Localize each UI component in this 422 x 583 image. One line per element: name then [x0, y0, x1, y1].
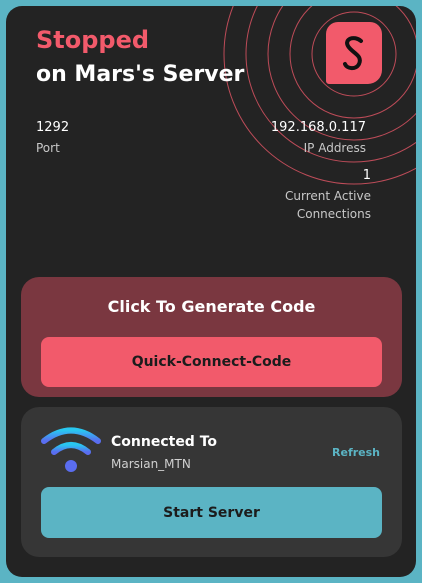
network-panel: Connected To Marsian_MTN Refresh Start S… [21, 407, 402, 557]
s-logo-icon [326, 22, 382, 84]
port-label: Port [36, 141, 60, 155]
active-connections-label-line2: Connections [296, 207, 371, 221]
ip-address-label: IP Address [303, 141, 366, 155]
refresh-link[interactable]: Refresh [332, 446, 380, 459]
server-status: Stopped [36, 26, 150, 54]
ip-address-value: 192.168.0.117 [270, 120, 366, 135]
generate-code-title: Click To Generate Code [107, 297, 316, 316]
quick-connect-code-button[interactable]: Quick-Connect-Code [41, 337, 382, 387]
active-connections-label-line1: Current Active [284, 189, 371, 203]
connected-to-label: Connected To [111, 434, 218, 450]
wifi-icon [41, 427, 101, 472]
start-server-button[interactable]: Start Server [41, 487, 382, 538]
server-name: on Mars's Server [36, 62, 245, 87]
active-connections-value: 1 [362, 168, 371, 183]
active-connections-label: Current Active Connections [285, 187, 371, 223]
generate-code-panel: Click To Generate Code Quick-Connect-Cod… [21, 277, 402, 397]
server-card: Stopped on Mars's Server 1292 Port 192.1… [6, 6, 416, 577]
network-ssid: Marsian_MTN [111, 457, 191, 471]
port-value: 1292 [36, 120, 70, 135]
